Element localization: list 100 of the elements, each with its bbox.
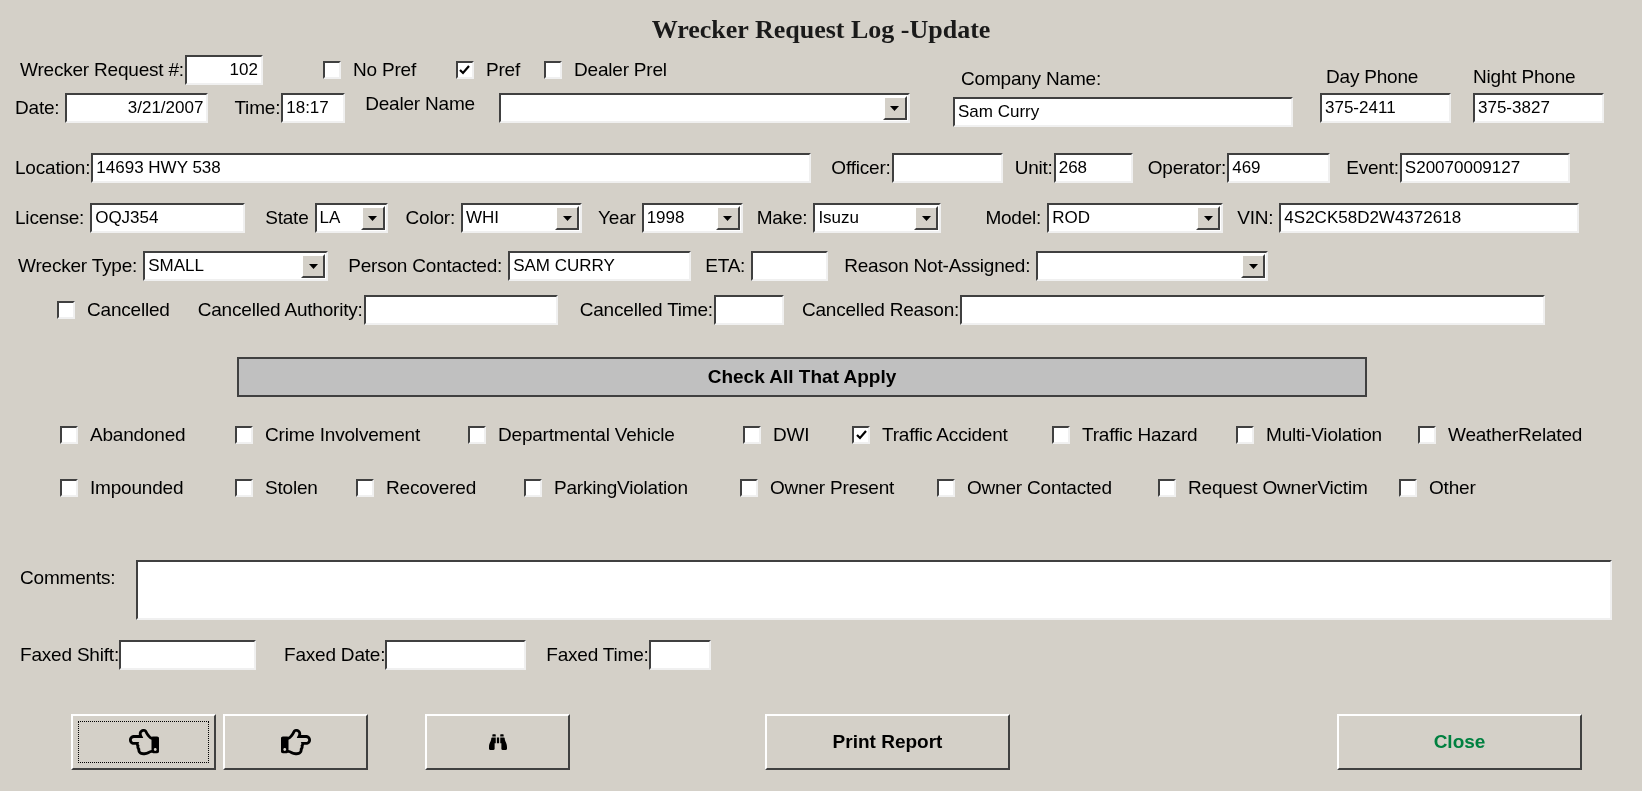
field-label: Owner Present xyxy=(770,475,895,500)
input-field[interactable] xyxy=(648,640,711,670)
field-label: Abandoned xyxy=(90,423,186,447)
field-label: Wrecker Request #: xyxy=(20,57,184,82)
checkbox[interactable] xyxy=(852,426,870,445)
input-field[interactable] xyxy=(713,295,784,325)
field-label: Night Phone xyxy=(1473,67,1577,87)
field-label: Pref xyxy=(485,57,520,82)
field-label: Model: xyxy=(985,205,1042,230)
checkbox[interactable] xyxy=(322,61,341,79)
field-label: ParkingViolation xyxy=(554,475,688,500)
input-field[interactable] xyxy=(385,640,527,670)
field-label: Crime Involvement xyxy=(265,423,420,447)
field-label: License: xyxy=(15,205,85,230)
checkbox[interactable] xyxy=(740,478,758,497)
dropdown[interactable]: ROD xyxy=(1047,203,1224,233)
input-field[interactable]: SAM CURRY xyxy=(508,251,692,281)
field-label: Time: xyxy=(234,95,281,120)
comments-field[interactable] xyxy=(136,560,1613,620)
input-field[interactable] xyxy=(960,295,1546,325)
input-field[interactable]: OQJ354 xyxy=(90,203,246,233)
search-button[interactable] xyxy=(425,714,570,770)
caret-icon[interactable] xyxy=(914,206,939,230)
input-field[interactable] xyxy=(891,153,1003,183)
input-field[interactable]: 4S2CK58D2W4372618 xyxy=(1279,203,1580,233)
checkbox[interactable] xyxy=(1236,426,1254,445)
dropdown[interactable] xyxy=(1036,251,1269,281)
caret-icon[interactable] xyxy=(1241,254,1266,278)
input-field[interactable]: 375-3827 xyxy=(1473,93,1604,123)
checkbox[interactable] xyxy=(455,61,474,79)
field-label: Wrecker Type: xyxy=(18,253,138,278)
field-label: Cancelled Time: xyxy=(579,297,713,322)
field-label: VIN: xyxy=(1237,205,1274,230)
input-field[interactable] xyxy=(751,251,829,281)
input-field[interactable]: 3/21/2007 xyxy=(65,93,209,123)
field-label: Other xyxy=(1429,475,1476,500)
dropdown[interactable]: 1998 xyxy=(641,203,743,233)
field-label: Location: xyxy=(15,155,91,180)
caret-icon[interactable] xyxy=(1196,206,1221,230)
previous-button[interactable] xyxy=(71,714,216,770)
input-field[interactable] xyxy=(363,295,558,325)
dropdown[interactable]: WHI xyxy=(461,203,583,233)
field-label: Comments: xyxy=(20,565,116,590)
input-field[interactable]: 469 xyxy=(1227,153,1331,183)
field-label: Stolen xyxy=(265,475,318,500)
input-field[interactable]: 375-2411 xyxy=(1320,93,1451,123)
field-label: Multi-Violation xyxy=(1266,423,1382,447)
checkbox[interactable] xyxy=(60,426,78,445)
next-button[interactable] xyxy=(223,714,368,770)
field-label: Cancelled xyxy=(87,297,170,322)
checkbox[interactable] xyxy=(57,301,75,319)
input-field[interactable]: S20070009127 xyxy=(1399,153,1570,183)
caret-icon[interactable] xyxy=(555,206,580,230)
caret-icon[interactable] xyxy=(882,96,907,120)
field-label: Recovered xyxy=(386,475,477,500)
field-label: Traffic Hazard xyxy=(1082,423,1198,447)
dropdown[interactable]: SMALL xyxy=(143,251,329,281)
field-label: Impounded xyxy=(90,475,184,500)
input-field[interactable]: 14693 HWY 538 xyxy=(91,153,812,183)
input-field[interactable] xyxy=(119,640,256,670)
checkbox[interactable] xyxy=(60,478,78,497)
caret-icon[interactable] xyxy=(301,254,326,278)
dropdown[interactable] xyxy=(498,93,910,123)
checkbox[interactable] xyxy=(468,426,486,445)
checkbox[interactable] xyxy=(544,61,562,79)
checkbox[interactable] xyxy=(1052,426,1070,445)
hand-pointing-right-icon xyxy=(280,727,311,757)
field-label: Traffic Accident xyxy=(882,423,1008,447)
checkbox[interactable] xyxy=(1418,426,1436,445)
checkbox[interactable] xyxy=(524,478,542,497)
checkbox[interactable] xyxy=(235,426,253,445)
checkbox[interactable] xyxy=(937,478,955,497)
field-label: Day Phone xyxy=(1326,67,1420,87)
checkbox[interactable] xyxy=(1399,478,1417,497)
input-field[interactable]: Sam Curry xyxy=(953,97,1293,127)
field-label: Owner Contacted xyxy=(967,475,1112,500)
field-label: Departmental Vehicle xyxy=(498,423,675,447)
dropdown[interactable]: LA xyxy=(314,203,388,233)
print-report-button[interactable]: Print Report xyxy=(765,714,1010,770)
checkmark-icon xyxy=(459,65,471,75)
caret-icon[interactable] xyxy=(715,206,740,230)
field-label: Cancelled Authority: xyxy=(197,297,363,322)
field-label: Color: xyxy=(405,205,456,230)
field-label: Cancelled Reason: xyxy=(801,297,960,322)
input-field[interactable]: 268 xyxy=(1053,153,1133,183)
field-label: Date: xyxy=(15,95,60,120)
dropdown[interactable]: Isuzu xyxy=(813,203,942,233)
checkbox[interactable] xyxy=(356,478,374,497)
checkbox[interactable] xyxy=(235,478,253,497)
caret-icon[interactable] xyxy=(360,206,385,230)
input-field[interactable]: 18:17 xyxy=(281,93,346,123)
checkbox[interactable] xyxy=(1158,478,1176,497)
field-label: Event: xyxy=(1346,155,1399,180)
field-label: Reason Not-Assigned: xyxy=(844,253,1031,278)
input-field[interactable]: 102 xyxy=(184,55,263,85)
field-label: Operator: xyxy=(1147,155,1227,180)
field-label: ETA: xyxy=(705,253,746,278)
checkbox[interactable] xyxy=(743,426,761,445)
hand-pointing-left-icon xyxy=(128,727,159,757)
field-label: Faxed Shift: xyxy=(20,642,119,667)
